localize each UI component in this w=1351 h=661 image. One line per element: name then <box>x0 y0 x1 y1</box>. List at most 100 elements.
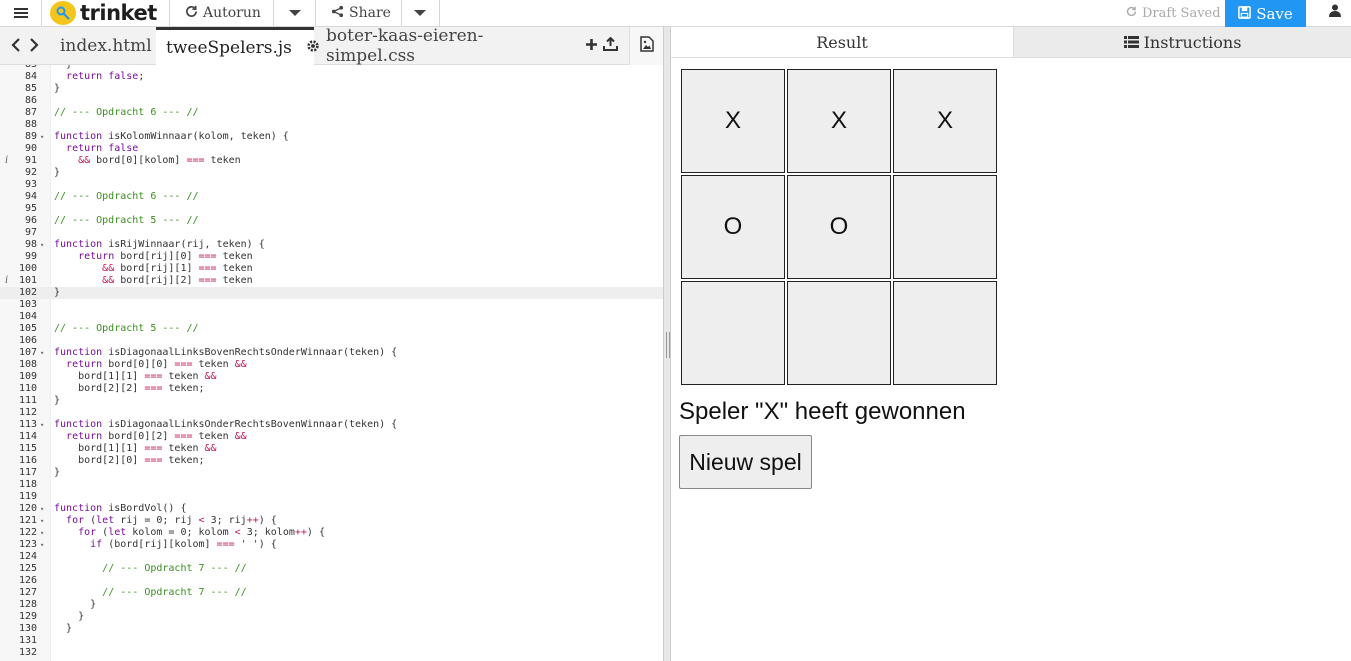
code-line[interactable]: 115 bord[1][1] === teken && <box>0 443 663 455</box>
line-text: } <box>54 287 61 298</box>
pane-splitter[interactable] <box>663 27 671 661</box>
code-line[interactable]: 93 <box>0 179 663 191</box>
code-line[interactable]: 91 i && bord[0][kolom] === teken <box>0 155 663 167</box>
board-cell-3[interactable]: O <box>681 175 785 279</box>
code-line[interactable]: 101 i && bord[rij][2] === teken <box>0 275 663 287</box>
tab-index-html[interactable]: index.html <box>50 27 154 65</box>
code-line[interactable]: 94 // --- Opdracht 6 --- // <box>0 191 663 203</box>
code-line[interactable]: 84 return false; <box>0 71 663 83</box>
fold-arrow-icon[interactable]: ▾ <box>40 503 44 515</box>
code-line[interactable]: 97 <box>0 227 663 239</box>
save-button[interactable]: Save <box>1225 0 1306 27</box>
code-line[interactable]: 116 bord[2][0] === teken; <box>0 455 663 467</box>
list-icon <box>1123 33 1139 52</box>
code-line[interactable]: 132 <box>0 647 663 659</box>
line-number: 114 <box>18 431 37 442</box>
code-line[interactable]: 122 ▾ for (let kolom = 0; kolom < 3; kolo… <box>0 527 663 539</box>
tab-boter-kaas-eieren-css[interactable]: boter-kaas-eieren-simpel.css <box>316 26 570 66</box>
code-editor[interactable]: 83 }84 return false;85}8687// --- Opdrac… <box>0 65 663 661</box>
code-line[interactable]: 111} <box>0 395 663 407</box>
code-line[interactable]: 114 return bord[0][2] === teken && <box>0 431 663 443</box>
info-icon[interactable]: i <box>5 275 8 287</box>
code-line[interactable]: 90 return false <box>0 143 663 155</box>
user-menu-button[interactable] <box>1318 0 1351 26</box>
code-line[interactable]: 108 return bord[0][0] === teken && <box>0 359 663 371</box>
menu-button[interactable] <box>0 0 42 26</box>
board-cell-0[interactable]: X <box>681 69 785 173</box>
board-cell-5[interactable] <box>893 175 997 279</box>
line-number: 98 <box>24 239 37 250</box>
code-line[interactable]: 96 // --- Opdracht 5 --- // <box>0 215 663 227</box>
image-library-button[interactable] <box>629 27 663 65</box>
code-line[interactable]: 118 <box>0 479 663 491</box>
code-line[interactable]: 110 bord[2][2] === teken; <box>0 383 663 395</box>
code-line[interactable]: 117} <box>0 467 663 479</box>
fold-arrow-icon[interactable]: ▾ <box>40 131 44 143</box>
fold-arrow-icon[interactable]: ▾ <box>40 347 44 359</box>
code-line[interactable]: 123 ▾ if (bord[rij][kolom] === ' ') { <box>0 539 663 551</box>
board-cell-7[interactable] <box>787 281 891 385</box>
share-dropdown-button[interactable] <box>400 0 440 26</box>
autorun-button[interactable]: Autorun <box>172 0 274 26</box>
code-line[interactable]: 112 <box>0 407 663 419</box>
code-line[interactable]: 100 && bord[rij][1] === teken <box>0 263 663 275</box>
code-line[interactable]: 86 <box>0 95 663 107</box>
code-line[interactable]: 130 } <box>0 623 663 635</box>
code-line[interactable]: 104 <box>0 311 663 323</box>
tab-label: tweeSpelers.js <box>166 37 292 58</box>
trinket-logo[interactable]: trinket <box>46 0 170 26</box>
code-line[interactable]: 121 ▾ for (let rij = 0; rij < 3; rij++) { <box>0 515 663 527</box>
code-line[interactable]: 125 // --- Opdracht 7 --- // <box>0 563 663 575</box>
code-line[interactable]: 105 // --- Opdracht 5 --- // <box>0 323 663 335</box>
code-line[interactable]: 98 ▾ function isRijWinnaar(rij, teken) { <box>0 239 663 251</box>
line-number: 130 <box>18 623 37 634</box>
code-line[interactable]: 88 <box>0 119 663 131</box>
code-line[interactable]: 128 } <box>0 599 663 611</box>
board-cell-6[interactable] <box>681 281 785 385</box>
line-text: bord[2][2] === teken; <box>54 383 205 394</box>
code-line[interactable]: 89 ▾ function isKolomWinnaar(kolom, teken)… <box>0 131 663 143</box>
code-line[interactable]: 129 } <box>0 611 663 623</box>
board-cell-8[interactable] <box>893 281 997 385</box>
code-line[interactable]: 92} <box>0 167 663 179</box>
share-button[interactable]: Share <box>318 0 402 26</box>
new-game-button[interactable]: Nieuw spel <box>679 435 812 489</box>
chevron-right-icon[interactable] <box>29 35 39 58</box>
code-line[interactable]: 95 <box>0 203 663 215</box>
code-line[interactable]: 99 return bord[rij][0] === teken <box>0 251 663 263</box>
code-line[interactable]: 131 <box>0 635 663 647</box>
tab-label: boter-kaas-eieren-simpel.css <box>326 26 484 66</box>
code-line[interactable]: 107 ▾ function isDiagonaalLinksBovenRechts… <box>0 347 663 359</box>
code-line[interactable]: 120 ▾ function isBordVol() { <box>0 503 663 515</box>
info-icon[interactable]: i <box>5 155 8 167</box>
fold-arrow-icon[interactable]: ▾ <box>40 239 44 251</box>
fold-arrow-icon[interactable]: ▾ <box>40 515 44 527</box>
board-cell-4[interactable]: O <box>787 175 891 279</box>
fold-arrow-icon[interactable]: ▾ <box>40 419 44 431</box>
code-line[interactable]: 102} <box>0 287 663 299</box>
chevron-left-icon[interactable] <box>11 35 21 58</box>
code-line[interactable]: 109 bord[1][1] === teken && <box>0 371 663 383</box>
code-line[interactable]: 126 <box>0 575 663 587</box>
fold-arrow-icon[interactable]: ▾ <box>40 539 44 551</box>
tab-tweespelers-js[interactable]: tweeSpelers.js <box>156 27 319 65</box>
tab-instructions[interactable]: Instructions <box>1013 27 1351 57</box>
tab-result[interactable]: Result <box>671 27 1013 57</box>
code-line[interactable]: 87 // --- Opdracht 6 --- // <box>0 107 663 119</box>
line-number: 128 <box>18 599 37 610</box>
board-cell-2[interactable]: X <box>893 69 997 173</box>
autorun-dropdown-button[interactable] <box>274 0 316 26</box>
add-file-icon[interactable] <box>585 36 598 56</box>
code-line[interactable]: 124 <box>0 551 663 563</box>
code-line[interactable]: 127 // --- Opdracht 7 --- // <box>0 587 663 599</box>
line-number: 120 <box>18 503 37 514</box>
upload-icon[interactable] <box>603 36 618 56</box>
code-line[interactable]: 103 <box>0 299 663 311</box>
board-cell-1[interactable]: X <box>787 69 891 173</box>
code-line[interactable]: 106 <box>0 335 663 347</box>
line-number: 131 <box>18 635 37 646</box>
code-line[interactable]: 85} <box>0 83 663 95</box>
fold-arrow-icon[interactable]: ▾ <box>40 527 44 539</box>
code-line[interactable]: 119 <box>0 491 663 503</box>
code-line[interactable]: 113 ▾ function isDiagonaalLinksOnderRechts… <box>0 419 663 431</box>
